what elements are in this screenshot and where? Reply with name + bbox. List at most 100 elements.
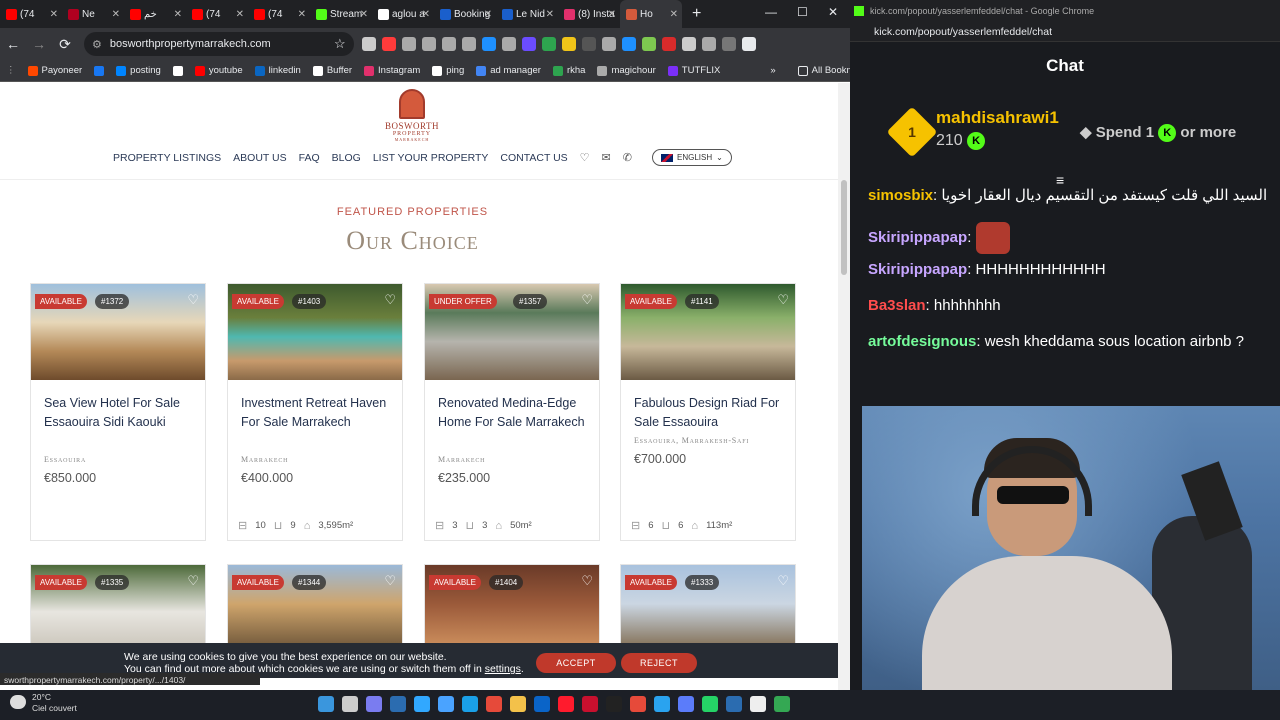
mail-icon[interactable]: ✉ — [602, 151, 611, 164]
accept-button[interactable]: ACCEPT — [536, 653, 616, 673]
app2-icon[interactable] — [582, 696, 598, 712]
nav-list-your-property[interactable]: LIST YOUR PROPERTY — [373, 152, 489, 164]
extension-icon[interactable] — [381, 37, 396, 51]
app5-icon[interactable] — [726, 696, 742, 712]
favorite-heart-icon[interactable]: ♡ — [581, 292, 593, 308]
chat-url[interactable]: kick.com/popout/yasserlemfeddel/chat — [850, 22, 1280, 42]
chat-username[interactable]: simosbix — [868, 187, 933, 204]
extension-icon[interactable] — [361, 37, 376, 51]
nav-faq[interactable]: FAQ — [299, 152, 320, 164]
tab-close-icon[interactable]: ✕ — [546, 9, 554, 20]
extension-icon[interactable] — [601, 37, 616, 51]
url-input[interactable]: ⚙ bosworthpropertymarrakech.com — [84, 32, 354, 56]
explorer-icon[interactable] — [510, 696, 526, 712]
bookmark-item[interactable]: Instagram — [364, 65, 420, 76]
nav-blog[interactable]: BLOG — [332, 152, 361, 164]
tab-close-icon[interactable]: ✕ — [50, 9, 58, 20]
chat-username[interactable]: Ba3slan — [868, 297, 926, 314]
windows-start-icon[interactable] — [318, 696, 334, 712]
property-card[interactable]: AVAILABLE #1403 ♡ Investment Retreat Haven … — [227, 283, 403, 541]
nav-contact-us[interactable]: CONTACT US — [500, 152, 567, 164]
browser-tab[interactable]: Booking ✕ — [434, 0, 496, 28]
gift-username[interactable]: mahdisahrawi1 — [936, 108, 1059, 128]
tab-close-icon[interactable]: ✕ — [484, 9, 492, 20]
tab-close-icon[interactable]: ✕ — [360, 9, 368, 20]
photoshop-icon[interactable] — [414, 696, 430, 712]
property-card[interactable]: AVAILABLE #1344 ♡ — [227, 564, 403, 644]
extension-icon[interactable] — [701, 37, 716, 51]
phone-icon[interactable]: ✆ — [623, 151, 632, 164]
nav-property-listings[interactable]: PROPERTY LISTINGS — [113, 152, 221, 164]
browser-tab[interactable]: Ne ✕ — [62, 0, 124, 28]
cookie-settings-link[interactable]: settings — [485, 663, 521, 675]
browser-tab[interactable]: (74 ✕ — [186, 0, 248, 28]
notion-icon[interactable] — [750, 696, 766, 712]
property-card[interactable]: AVAILABLE #1333 ♡ — [620, 564, 796, 644]
extension-icon[interactable] — [681, 37, 696, 51]
copilot-icon[interactable] — [366, 696, 382, 712]
reject-button[interactable]: REJECT — [621, 653, 697, 673]
extension-icon[interactable] — [521, 37, 536, 51]
favorite-heart-icon[interactable]: ♡ — [384, 573, 396, 589]
bookmark-item[interactable] — [172, 65, 183, 76]
app3-icon[interactable] — [630, 696, 646, 712]
property-title[interactable]: Sea View Hotel For Sale Essaouira Sidi K… — [44, 394, 194, 432]
new-tab-button[interactable]: + — [682, 5, 711, 23]
opera-icon[interactable] — [558, 696, 574, 712]
extension-icon[interactable] — [421, 37, 436, 51]
minimize-button[interactable]: — — [765, 5, 777, 19]
tab-close-icon[interactable]: ✕ — [174, 9, 182, 20]
browser-tab[interactable]: خم ✕ — [124, 0, 186, 28]
weather-widget[interactable]: 20°C Ciel couvert — [10, 692, 77, 714]
chat-username[interactable]: Skiripippapap — [868, 229, 967, 246]
extension-icon[interactable] — [581, 37, 596, 51]
favorites-heart-icon[interactable]: ♡ — [580, 151, 590, 164]
bookmark-item[interactable]: youtube — [194, 65, 243, 76]
spend-label[interactable]: ◆ Spend 1 K or more — [1080, 123, 1236, 143]
outlook-icon[interactable] — [534, 696, 550, 712]
favorite-heart-icon[interactable]: ♡ — [581, 573, 593, 589]
property-card[interactable]: UNDER OFFER #1357 ♡ Renovated Medina-Edge H… — [424, 283, 600, 541]
bookmark-item[interactable]: Buffer — [312, 65, 352, 76]
extension-icon[interactable] — [561, 37, 576, 51]
task-view-icon[interactable] — [342, 696, 358, 712]
property-title[interactable]: Investment Retreat Haven For Sale Marrak… — [241, 394, 391, 432]
favorite-heart-icon[interactable]: ♡ — [187, 573, 199, 589]
bookmark-item[interactable]: linkedin — [254, 65, 301, 76]
close-window-button[interactable]: ✕ — [828, 5, 838, 19]
site-logo[interactable]: BOSWORTH PROPERTY MARRAKECH — [380, 89, 444, 142]
all-bookmarks-button[interactable]: All Bookmarks — [797, 65, 850, 76]
page-scrollbar[interactable] — [838, 83, 850, 690]
telegram-icon[interactable] — [654, 696, 670, 712]
reload-button[interactable]: ⟳ — [52, 36, 78, 53]
tab-close-icon[interactable]: ✕ — [112, 9, 120, 20]
chat-username[interactable]: Skiripippapap — [868, 261, 967, 278]
chat-username[interactable]: artofdesignous — [868, 333, 976, 350]
favorite-heart-icon[interactable]: ♡ — [187, 292, 199, 308]
bookmark-item[interactable]: ad manager — [476, 65, 541, 76]
extension-icon[interactable] — [501, 37, 516, 51]
browser-tab[interactable]: Ho ✕ — [620, 0, 682, 28]
extension-icon[interactable] — [441, 37, 456, 51]
property-card[interactable]: AVAILABLE #1404 ♡ — [424, 564, 600, 644]
scrollbar-thumb[interactable] — [841, 180, 847, 275]
app-icon[interactable] — [438, 696, 454, 712]
store-icon[interactable] — [486, 696, 502, 712]
tab-close-icon[interactable]: ✕ — [236, 9, 244, 20]
bookmark-item[interactable]: rkha — [552, 65, 585, 76]
tab-close-icon[interactable]: ✕ — [422, 9, 430, 20]
browser-tab[interactable]: (8) Insta ✕ — [558, 0, 620, 28]
extension-icon[interactable] — [721, 37, 736, 51]
nav-about-us[interactable]: ABOUT US — [233, 152, 286, 164]
property-title[interactable]: Renovated Medina-Edge Home For Sale Marr… — [438, 394, 588, 432]
favorite-heart-icon[interactable]: ♡ — [777, 573, 789, 589]
property-card[interactable]: AVAILABLE #1335 ♡ — [30, 564, 206, 644]
maximize-button[interactable]: ☐ — [797, 5, 808, 19]
bookmark-star-icon[interactable]: ☆ — [334, 36, 346, 52]
bookmark-item[interactable]: posting — [116, 65, 161, 76]
back-button[interactable]: ← — [0, 36, 26, 52]
tab-close-icon[interactable]: ✕ — [670, 9, 678, 20]
bookmark-item[interactable]: Payoneer — [27, 65, 82, 76]
property-title[interactable]: Fabulous Design Riad For Sale Essaouira — [634, 394, 784, 432]
favorite-heart-icon[interactable]: ♡ — [777, 292, 789, 308]
